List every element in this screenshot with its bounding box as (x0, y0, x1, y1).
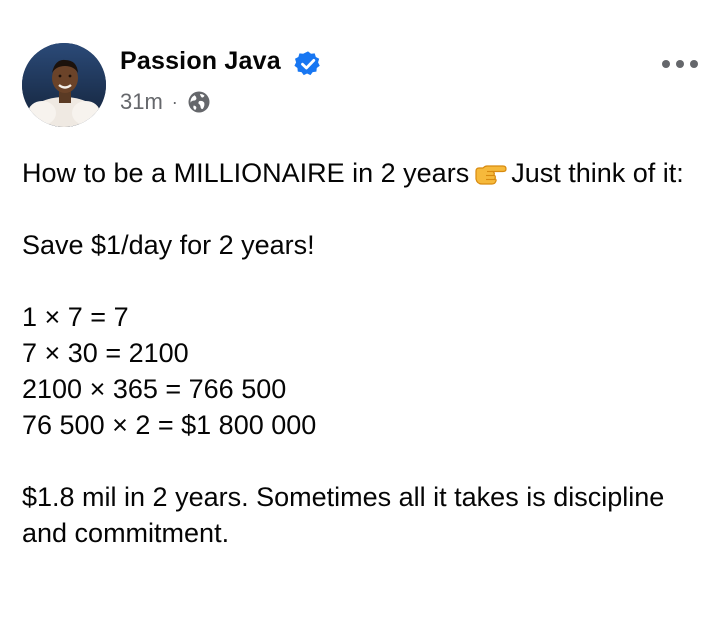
pointing-right-emoji-icon (475, 165, 507, 185)
globe-icon[interactable] (187, 90, 211, 114)
post-line-closing: $1.8 mil in 2 years. Sometimes all it ta… (22, 482, 665, 548)
post-content: How to be a MILLIONAIRE in 2 years Just … (22, 155, 698, 551)
post-header: Passion Java 31m · (22, 43, 698, 133)
avatar[interactable] (22, 43, 106, 127)
intro-text-2: Just think of it: (511, 158, 684, 188)
more-options-button[interactable] (662, 57, 698, 71)
more-horizontal-icon (662, 60, 670, 68)
meta-separator: · (171, 91, 178, 112)
post-line-intro: How to be a MILLIONAIRE in 2 years Just … (22, 155, 698, 191)
verified-badge-icon (294, 51, 320, 76)
facebook-post: Passion Java 31m · How to be a MILLIONAI… (0, 0, 720, 625)
calc-line: 76 500 × 2 = $1 800 000 (22, 410, 317, 440)
post-meta: 31m · (120, 89, 211, 115)
timestamp[interactable]: 31m (120, 89, 163, 115)
more-dot (690, 60, 698, 68)
author-name[interactable]: Passion Java (120, 47, 281, 76)
calc-line: 2100 × 365 = 766 500 (22, 374, 287, 404)
calc-line: 1 × 7 = 7 (22, 302, 129, 332)
calc-line: 7 × 30 = 2100 (22, 338, 189, 368)
more-dot (676, 60, 684, 68)
post-line-save: Save $1/day for 2 years! (22, 230, 315, 260)
avatar-image (22, 43, 106, 127)
intro-text-1: How to be a MILLIONAIRE in 2 years (22, 158, 470, 188)
